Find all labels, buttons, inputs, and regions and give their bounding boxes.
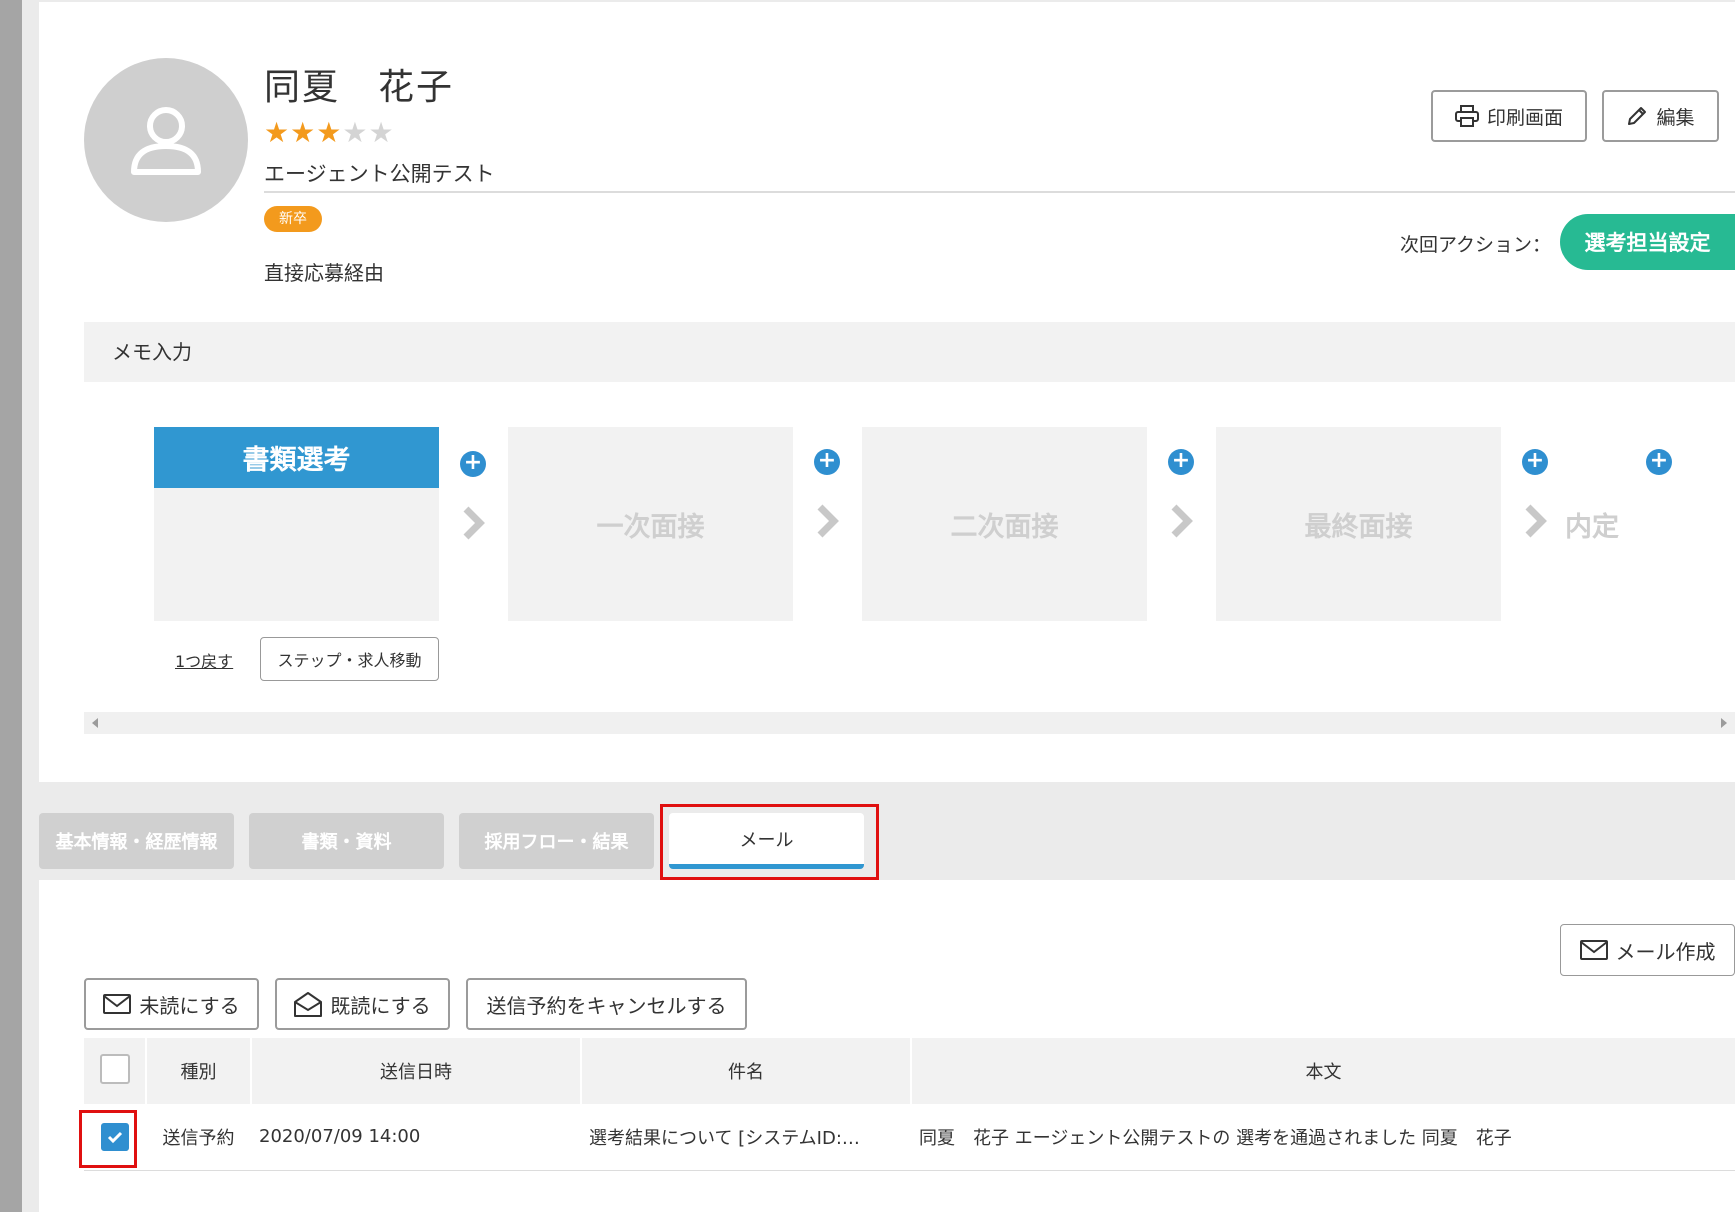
add-step-icon[interactable]: +: [1522, 449, 1548, 475]
next-action-label: 次回アクション：: [1400, 234, 1552, 256]
candidate-name: 同夏 花子: [264, 67, 455, 108]
mark-read-label: 既読にする: [330, 993, 431, 1018]
mail-icon: [1579, 940, 1608, 960]
compose-mail-button[interactable]: メール作成: [1560, 924, 1735, 976]
chevron-right-icon: [817, 504, 839, 538]
edit-label: 編集: [1656, 106, 1695, 129]
assign-selector-button[interactable]: 選考担当設定: [1560, 214, 1735, 270]
flow-step-label: 一次面接: [596, 511, 705, 543]
table-header: 種別 送信日時 件名 本文: [84, 1038, 1735, 1104]
checkbox-highlight: [79, 1110, 137, 1168]
avatar: [84, 58, 248, 222]
application-source: 直接応募経由: [264, 261, 384, 285]
add-step-icon[interactable]: +: [460, 451, 486, 477]
mark-read-button[interactable]: 既読にする: [275, 978, 450, 1030]
horizontal-scrollbar[interactable]: [84, 712, 1735, 734]
print-label: 印刷画面: [1486, 106, 1563, 129]
flow-step-second-interview[interactable]: 二次面接: [862, 427, 1147, 621]
tab-basic-info[interactable]: 基本情報・経歴情報: [39, 813, 234, 869]
flow-step-label: 書類選考: [154, 427, 439, 488]
scroll-left-icon[interactable]: [92, 718, 98, 728]
flow-step-label: 二次面接: [950, 511, 1059, 543]
mail-icon: [103, 994, 132, 1014]
mark-unread-label: 未読にする: [139, 993, 240, 1018]
mail-body[interactable]: 同夏 花子 エージェント公開テストの 選考を通過されました 同夏 花子: [911, 1104, 1735, 1171]
add-step-icon[interactable]: +: [1646, 449, 1672, 475]
flow-step-final-interview[interactable]: 最終面接: [1216, 427, 1501, 621]
mark-unread-button[interactable]: 未読にする: [84, 978, 259, 1030]
star-icon[interactable]: ★: [290, 116, 316, 149]
star-icon[interactable]: ★: [264, 116, 290, 149]
mail-table: 種別 送信日時 件名 本文 送信予約 2020/07/09 14:00 選考結果…: [84, 1038, 1735, 1171]
company-name: エージェント公開テスト: [264, 162, 495, 186]
printer-icon: [1454, 105, 1479, 127]
column-header-body[interactable]: 本文: [910, 1038, 1735, 1104]
mail-datetime: 2020/07/09 14:00: [251, 1104, 581, 1171]
step-back-link[interactable]: 1つ戻す: [175, 648, 233, 672]
flow-step-first-interview[interactable]: 一次面接: [508, 427, 793, 621]
user-icon: [131, 107, 201, 175]
scroll-right-icon[interactable]: [1721, 718, 1727, 728]
edit-button[interactable]: 編集: [1602, 90, 1719, 142]
column-header-type[interactable]: 種別: [145, 1038, 251, 1104]
table-row[interactable]: 送信予約 2020/07/09 14:00 選考結果について [システムID:……: [84, 1104, 1735, 1171]
flow-step-label: 最終面接: [1304, 511, 1413, 543]
tab-recruit-flow[interactable]: 採用フロー・結果: [459, 813, 654, 869]
mail-type: 送信予約: [146, 1104, 251, 1171]
star-icon[interactable]: ★: [342, 116, 368, 149]
step-move-button[interactable]: ステップ・求人移動: [260, 637, 439, 681]
left-scrollbar: [0, 0, 22, 1212]
memo-input[interactable]: メモ入力: [84, 322, 1735, 382]
mail-subject[interactable]: 選考結果について [システムID:…: [581, 1104, 911, 1171]
tab-highlight: [660, 804, 879, 880]
star-icon[interactable]: ★: [368, 116, 394, 149]
column-header-datetime[interactable]: 送信日時: [250, 1038, 581, 1104]
add-step-icon[interactable]: +: [1168, 449, 1194, 475]
select-all-cell: [84, 1038, 146, 1104]
add-step-icon[interactable]: +: [814, 449, 840, 475]
select-all-checkbox[interactable]: [99, 1053, 130, 1084]
open-mail-icon: [294, 992, 323, 1017]
compose-label: メール作成: [1615, 939, 1716, 964]
cancel-schedule-button[interactable]: 送信予約をキャンセルする: [466, 978, 747, 1030]
status-badge: 新卒: [264, 206, 322, 232]
star-icon[interactable]: ★: [316, 116, 342, 149]
flow-step-offer[interactable]: 内定: [1565, 505, 1619, 544]
tab-documents[interactable]: 書類・資料: [249, 813, 444, 869]
flow-step-document[interactable]: 書類選考: [154, 427, 439, 621]
chevron-right-icon: [1525, 504, 1547, 538]
divider: [264, 191, 1735, 193]
column-header-subject[interactable]: 件名: [580, 1038, 911, 1104]
print-button[interactable]: 印刷画面: [1431, 90, 1587, 142]
chevron-right-icon: [463, 506, 485, 540]
chevron-right-icon: [1171, 504, 1193, 538]
rating-stars[interactable]: ★★★★★: [264, 116, 395, 149]
pencil-icon: [1628, 107, 1647, 125]
